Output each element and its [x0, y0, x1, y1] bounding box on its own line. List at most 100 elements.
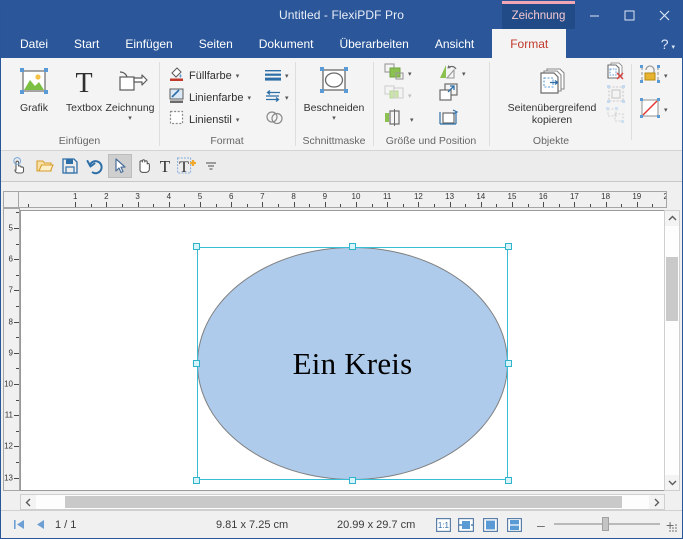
- zeichnung-button[interactable]: Zeichnung ▾: [101, 62, 159, 123]
- ellipse-shape[interactable]: Ein Kreis: [197, 247, 508, 480]
- help-icon: ?: [660, 35, 669, 52]
- minimize-button[interactable]: [577, 1, 612, 29]
- ruler-label: 2: [104, 192, 109, 201]
- tab-seiten[interactable]: Seiten: [186, 29, 246, 58]
- tab-datei[interactable]: Datei: [7, 29, 61, 58]
- page-surface[interactable]: Ein Kreis: [27, 219, 653, 490]
- resize-handle-w[interactable]: [193, 360, 200, 367]
- resize-handle-nw[interactable]: [193, 243, 200, 250]
- chevron-down-icon[interactable]: ▾: [247, 94, 251, 102]
- resize-handle-ne[interactable]: [505, 243, 512, 250]
- delete-object-button[interactable]: [603, 62, 627, 83]
- vertical-ruler[interactable]: 5 6 7 8 9 10 11 12 13: [3, 208, 20, 491]
- linienstil-button[interactable]: Linienstil ▾: [166, 110, 241, 130]
- seitenuebergreifend-kopieren-label-1: Seitenübergreifend: [507, 102, 597, 114]
- resize-handle-sw[interactable]: [193, 477, 200, 484]
- position-icon: [437, 108, 461, 132]
- tab-dokument[interactable]: Dokument: [246, 29, 327, 58]
- chevron-down-icon[interactable]: ▾: [332, 115, 336, 123]
- chevron-down-icon[interactable]: ▾: [128, 115, 132, 123]
- ruler-label: 3: [135, 192, 140, 201]
- ruler-tick-major: [574, 202, 576, 207]
- ruler-label: 14: [476, 192, 486, 201]
- ruler-label: 11: [383, 192, 392, 201]
- selected-shape[interactable]: Ein Kreis: [193, 243, 512, 484]
- undo-button[interactable]: [83, 154, 107, 178]
- ruler-tick-major: [262, 202, 264, 207]
- tab-einfuegen[interactable]: Einfügen: [112, 29, 185, 58]
- seitenuebergreifend-kopieren-label-2: kopieren: [531, 114, 573, 126]
- resize-handle-s[interactable]: [349, 477, 356, 484]
- tab-ueberarbeiten[interactable]: Überarbeiten: [326, 29, 421, 58]
- ruler-label: 7: [8, 285, 13, 295]
- line-weight-button[interactable]: ▾: [263, 66, 290, 86]
- ribbon-group-format: Füllfarbe ▾ Linienfarbe ▾ Linienstil ▾ ▾…: [160, 58, 294, 150]
- resize-handle-se[interactable]: [505, 477, 512, 484]
- align-button[interactable]: ▾: [382, 108, 415, 130]
- vertical-scrollbar[interactable]: [664, 210, 680, 491]
- close-button[interactable]: [647, 1, 682, 29]
- horizontal-scrollbar[interactable]: [20, 494, 665, 510]
- ruler-tick-minor: [527, 204, 529, 207]
- textbox-icon: T: [67, 62, 101, 102]
- linienfarbe-button[interactable]: Linienfarbe ▾: [166, 88, 253, 108]
- beschneiden-button[interactable]: Beschneiden ▾: [302, 62, 366, 123]
- scroll-down-button[interactable]: [665, 475, 679, 490]
- zeichnung-icon: [111, 62, 149, 102]
- chevron-down-icon[interactable]: ▾: [664, 106, 668, 114]
- ruler-label: 9: [8, 348, 13, 358]
- resize-handle-e[interactable]: [505, 360, 512, 367]
- vertical-scroll-thumb[interactable]: [666, 257, 678, 321]
- tab-ansicht[interactable]: Ansicht: [422, 29, 487, 58]
- chevron-down-icon[interactable]: ▾: [410, 116, 414, 124]
- touch-mode-button[interactable]: [7, 154, 31, 178]
- open-file-button[interactable]: [33, 154, 57, 178]
- resize-handle-n[interactable]: [349, 243, 356, 250]
- ruler-tick-minor: [16, 462, 19, 463]
- fuellfarbe-label: Füllfarbe: [189, 70, 232, 82]
- ruler-label: 9: [322, 192, 328, 201]
- lock-object-button[interactable]: ▾: [638, 64, 669, 86]
- grafik-button[interactable]: Grafik: [7, 62, 61, 114]
- document-canvas[interactable]: Ein Kreis: [20, 210, 665, 491]
- tab-start[interactable]: Start: [61, 29, 112, 58]
- bring-forward-button[interactable]: ▾: [382, 63, 413, 84]
- chevron-down-icon[interactable]: ▾: [408, 70, 412, 78]
- scroll-left-button[interactable]: [21, 495, 36, 509]
- scroll-right-button[interactable]: [649, 495, 664, 509]
- add-text-button[interactable]: T: [175, 154, 199, 178]
- chevron-down-icon[interactable]: ▾: [285, 72, 289, 80]
- position-button[interactable]: [436, 108, 462, 132]
- ruler-tick-minor: [558, 204, 560, 207]
- send-backward-button[interactable]: ▾: [382, 85, 413, 106]
- chevron-down-icon[interactable]: ▾: [462, 70, 466, 78]
- ruler-tick-minor: [340, 204, 342, 207]
- scroll-up-button[interactable]: [665, 211, 679, 226]
- chevron-down-icon[interactable]: ▾: [285, 94, 289, 102]
- select-tool-button[interactable]: [108, 154, 132, 178]
- seitenuebergreifend-kopieren-button[interactable]: Seitenübergreifend kopieren: [500, 62, 604, 126]
- ruler-tick-major: [293, 202, 295, 207]
- resize-grip[interactable]: [668, 524, 679, 535]
- chevron-down-icon[interactable]: ▾: [236, 72, 240, 80]
- chevron-down-icon[interactable]: ▾: [236, 116, 240, 124]
- contextual-tab-group-zeichnung[interactable]: Zeichnung: [502, 1, 575, 29]
- merge-shapes-button[interactable]: [264, 110, 285, 130]
- no-fill-object-button[interactable]: ▾: [638, 97, 669, 120]
- text-tool-button[interactable]: T: [153, 154, 177, 178]
- tab-format[interactable]: Format: [492, 29, 567, 58]
- resize-button[interactable]: [436, 82, 462, 104]
- ruler-label: 6: [8, 254, 13, 264]
- horizontal-scroll-thumb[interactable]: [65, 496, 622, 508]
- save-button[interactable]: [58, 154, 82, 178]
- help-button[interactable]: ? ▾: [661, 29, 675, 58]
- zoom-level[interactable]: 85%: [1, 511, 682, 538]
- more-options-button[interactable]: [199, 154, 223, 178]
- maximize-button[interactable]: [612, 1, 647, 29]
- ruler-tick-minor: [28, 204, 30, 207]
- line-arrows-button[interactable]: ▾: [263, 88, 290, 108]
- horizontal-ruler[interactable]: 1234567891011121314151617181920: [18, 191, 667, 208]
- fuellfarbe-button[interactable]: Füllfarbe ▾: [166, 66, 241, 86]
- chevron-down-icon[interactable]: ▾: [664, 72, 668, 80]
- grafik-label: Grafik: [19, 102, 48, 114]
